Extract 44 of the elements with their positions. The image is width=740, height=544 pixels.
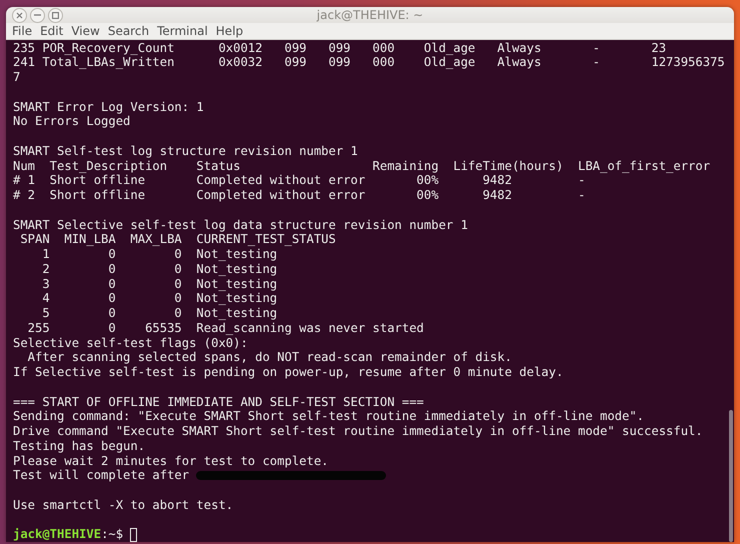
terminal-line: Testing has begun. xyxy=(13,438,146,454)
menu-item[interactable]: Search xyxy=(104,24,154,38)
terminal-line: Test will complete after xyxy=(13,468,190,483)
terminal-line: 2 0 0 Not_testing xyxy=(41,262,278,276)
terminal-line: SMART Selective self-test log data structure revision number 1 xyxy=(13,218,468,232)
terminal-line: Use smartctl -X to abort test. xyxy=(13,498,234,512)
maximize-button[interactable] xyxy=(48,8,63,23)
terminal-line: 4 0 0 Not_testing xyxy=(41,291,278,306)
window-title: jack@THEHIVE: ~ xyxy=(316,8,424,22)
terminal-line: 1 0 0 Not_testing xyxy=(41,247,278,262)
terminal-line: 255 0 65535 Read_scanning was never started xyxy=(26,320,424,336)
terminal-line: Num Test_Description Status Remaining LifeTime(hours) LBA_of_first_error xyxy=(13,158,710,174)
prompt-user-host: jack@THEHIVE xyxy=(13,527,102,542)
terminal-line: No Errors Logged xyxy=(13,114,130,129)
terminal-line: Drive command "Execute SMART Short self-test routine immediately in off-line mode" successful. xyxy=(13,424,703,439)
terminal-line: === START OF OFFLINE IMMEDIATE AND SELF-TEST SECTION === xyxy=(13,394,424,410)
terminal-line: 3 0 0 Not_testing xyxy=(41,276,278,292)
terminal-line: Sending command: "Execute SMART Short self-test routine immediately in off-line mode". xyxy=(13,409,644,424)
minimize-icon xyxy=(34,14,41,16)
menu-item[interactable]: File xyxy=(8,24,36,38)
terminal-line: 235 POR_Recovery_Count 0x0012 099 099 000 Old_age Always - 23 xyxy=(13,40,666,56)
menu-item[interactable]: Help xyxy=(212,24,248,38)
terminal-line: SMART Error Log Version: 1 xyxy=(13,100,204,114)
prompt-path: :~$ xyxy=(101,527,124,542)
menu-item[interactable]: Edit xyxy=(36,24,68,38)
terminal-line: Selective self-test flags (0x0): xyxy=(13,336,248,350)
terminal-line: # 2 Short offline Completed without error 00% 9482 - xyxy=(13,188,586,203)
maximize-icon xyxy=(52,12,59,19)
terminal-line: 7 xyxy=(13,70,20,85)
terminal-line: # 1 Short offline Completed without error 00% 9482 - xyxy=(13,173,586,188)
terminal-line: Please wait 2 minutes for test to complete. xyxy=(13,454,329,468)
close-icon xyxy=(16,12,23,19)
menu-item[interactable]: Terminal xyxy=(153,24,212,38)
terminal-line: After scanning selected spans, do NOT read-scan remainder of disk. xyxy=(26,350,512,365)
close-button[interactable] xyxy=(12,8,27,23)
minimize-button[interactable] xyxy=(30,8,45,23)
menu-item[interactable]: View xyxy=(67,24,104,38)
text-cursor xyxy=(130,528,138,542)
terminal-line: 241 Total_LBAs_Written 0x0032 099 099 000 Old_age Always - 1273956375 xyxy=(13,55,725,70)
terminal-line: 5 0 0 Not_testing xyxy=(41,306,278,321)
scrollbar-thumb[interactable] xyxy=(729,410,733,542)
terminal-line: SMART Self-test log structure revision number 1 xyxy=(13,144,358,158)
terminal-line: If Selective self-test is pending on power-up, resume after 0 minute delay. xyxy=(13,365,564,380)
terminal-line: SPAN MIN_LBA MAX_LBA CURRENT_TEST_STATUS xyxy=(19,232,336,247)
